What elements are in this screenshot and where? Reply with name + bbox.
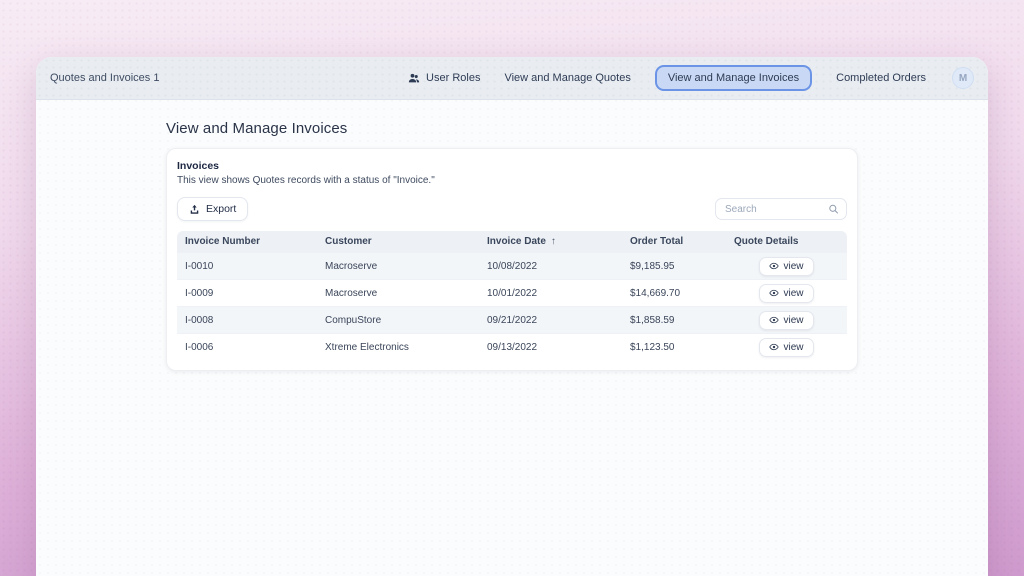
view-button-label: view xyxy=(783,342,803,353)
nav-item-label: Completed Orders xyxy=(836,72,926,84)
app-title: Quotes and Invoices 1 xyxy=(50,72,159,84)
export-icon xyxy=(189,204,200,215)
table-row: I-0006 Xtreme Electronics 09/13/2022 $1,… xyxy=(177,333,847,360)
search-box xyxy=(715,198,847,220)
view-button[interactable]: view xyxy=(759,338,813,357)
eye-icon xyxy=(769,342,779,352)
view-button[interactable]: view xyxy=(759,284,813,303)
nav-item-label: User Roles xyxy=(426,72,480,84)
nav-item-label: View and Manage Invoices xyxy=(668,72,799,84)
cell-invoice-number: I-0008 xyxy=(177,315,317,326)
column-header-customer[interactable]: Customer xyxy=(317,236,479,247)
eye-icon xyxy=(769,261,779,271)
eye-icon xyxy=(769,288,779,298)
view-button-label: view xyxy=(783,288,803,299)
export-button-label: Export xyxy=(206,203,236,215)
table-row: I-0009 Macroserve 10/01/2022 $14,669.70 … xyxy=(177,279,847,306)
column-header-quote-details[interactable]: Quote Details xyxy=(726,236,847,247)
view-button[interactable]: view xyxy=(759,257,813,276)
cell-quote-details: view xyxy=(726,257,847,276)
column-header-order-total[interactable]: Order Total xyxy=(622,236,726,247)
cell-order-total: $1,123.50 xyxy=(622,342,726,353)
cell-invoice-date: 10/08/2022 xyxy=(479,261,622,272)
cell-invoice-number: I-0010 xyxy=(177,261,317,272)
cell-quote-details: view xyxy=(726,284,847,303)
cell-customer: Macroserve xyxy=(317,261,479,272)
cell-customer: Macroserve xyxy=(317,288,479,299)
invoices-table: Invoice Number Customer Invoice Date ↑ O… xyxy=(177,231,847,360)
table-row: I-0010 Macroserve 10/08/2022 $9,185.95 v… xyxy=(177,252,847,279)
export-button[interactable]: Export xyxy=(177,197,248,221)
nav-item-view-manage-invoices[interactable]: View and Manage Invoices xyxy=(655,65,812,91)
panel-description: This view shows Quotes records with a st… xyxy=(177,175,847,186)
view-button-label: view xyxy=(783,261,803,272)
table-row: I-0008 CompuStore 09/21/2022 $1,858.59 v… xyxy=(177,306,847,333)
cell-invoice-number: I-0006 xyxy=(177,342,317,353)
view-button-label: view xyxy=(783,315,803,326)
top-navigation-bar: Quotes and Invoices 1 User Roles View an… xyxy=(36,57,988,100)
cell-quote-details: view xyxy=(726,338,847,357)
cell-invoice-date: 09/21/2022 xyxy=(479,315,622,326)
cell-order-total: $1,858.59 xyxy=(622,315,726,326)
table-toolbar: Export xyxy=(177,197,847,221)
cell-order-total: $9,185.95 xyxy=(622,261,726,272)
nav-item-user-roles[interactable]: User Roles xyxy=(408,72,480,84)
sort-ascending-icon[interactable]: ↑ xyxy=(551,236,556,247)
panel-heading: Invoices xyxy=(177,160,847,172)
cell-invoice-date: 09/13/2022 xyxy=(479,342,622,353)
column-header-invoice-number[interactable]: Invoice Number xyxy=(177,236,317,247)
cell-order-total: $14,669.70 xyxy=(622,288,726,299)
eye-icon xyxy=(769,315,779,325)
cell-customer: Xtreme Electronics xyxy=(317,342,479,353)
table-header-row: Invoice Number Customer Invoice Date ↑ O… xyxy=(177,231,847,252)
column-header-invoice-date[interactable]: Invoice Date ↑ xyxy=(479,236,622,247)
invoices-panel: Invoices This view shows Quotes records … xyxy=(166,148,858,371)
nav-item-completed-orders[interactable]: Completed Orders xyxy=(836,72,926,84)
view-button[interactable]: view xyxy=(759,311,813,330)
user-avatar[interactable]: M xyxy=(952,67,974,89)
app-window: Quotes and Invoices 1 User Roles View an… xyxy=(36,57,988,576)
users-icon xyxy=(408,72,420,84)
cell-invoice-date: 10/01/2022 xyxy=(479,288,622,299)
search-icon xyxy=(828,204,839,215)
cell-customer: CompuStore xyxy=(317,315,479,326)
cell-quote-details: view xyxy=(726,311,847,330)
main-content: View and Manage Invoices Invoices This v… xyxy=(36,100,988,371)
nav-menu: User Roles View and Manage Quotes View a… xyxy=(408,65,974,91)
cell-invoice-number: I-0009 xyxy=(177,288,317,299)
nav-item-view-manage-quotes[interactable]: View and Manage Quotes xyxy=(504,72,630,84)
page-title: View and Manage Invoices xyxy=(166,120,858,137)
nav-item-label: View and Manage Quotes xyxy=(504,72,630,84)
